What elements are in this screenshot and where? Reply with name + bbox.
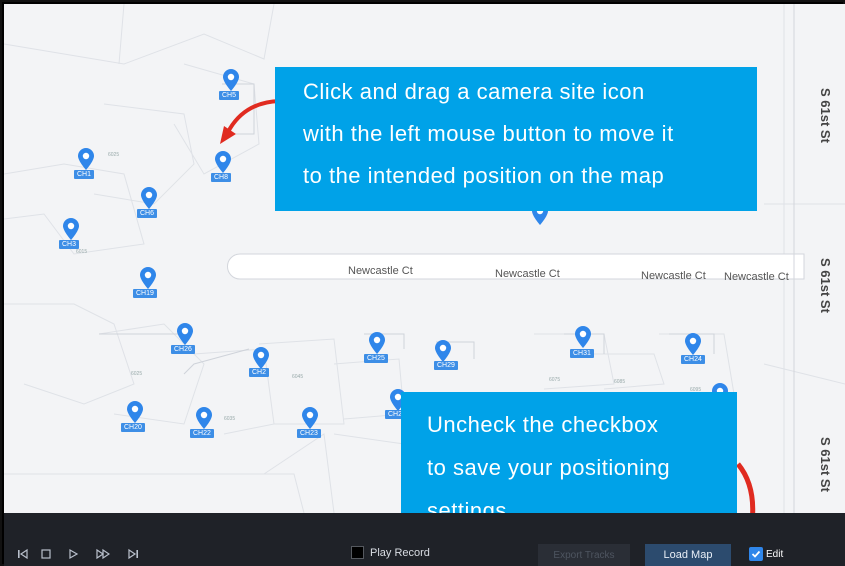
camera-pin-icon[interactable] (175, 322, 195, 346)
edit-checkbox[interactable] (749, 547, 763, 561)
street-newcastle-3: Newcastle Ct (641, 270, 706, 282)
camera-label[interactable]: CH25 (364, 354, 388, 363)
camera-label[interactable]: CH23 (297, 429, 321, 438)
camera-pin-icon[interactable] (221, 68, 241, 92)
export-tracks-button[interactable]: Export Tracks (538, 544, 630, 566)
callout-line: with the left mouse button to move it (303, 121, 674, 146)
camera-label[interactable]: CH24 (681, 355, 705, 364)
stop-icon[interactable] (35, 543, 57, 565)
lot-number: 6025 (131, 371, 143, 377)
street-newcastle-1: Newcastle Ct (348, 265, 413, 277)
play-record-label: Play Record (370, 546, 430, 559)
edit-instruction-callout: Uncheck the checkbox to save your positi… (401, 392, 737, 513)
camera-pin-icon[interactable] (139, 186, 159, 210)
lot-number: 6075 (549, 377, 561, 383)
camera-pin-icon[interactable] (251, 346, 271, 370)
camera-pin-icon[interactable] (61, 217, 81, 241)
camera-label[interactable]: CH8 (211, 173, 232, 182)
street-s61st-top: S 61st St (818, 88, 833, 143)
lot-number: 6025 (108, 152, 120, 158)
camera-label[interactable]: CH31 (570, 349, 594, 358)
edit-label: Edit (766, 548, 784, 560)
street-s61st-mid: S 61st St (818, 258, 833, 313)
street-newcastle-2: Newcastle Ct (495, 268, 560, 280)
map-window: S 61st St S 61st St S 61st St Newcastle … (0, 0, 845, 566)
playback-toolbar: Play Record Export Tracks Load Map Edit (4, 513, 845, 566)
camera-label[interactable]: CH5 (219, 91, 240, 100)
map-canvas[interactable]: S 61st St S 61st St S 61st St Newcastle … (4, 4, 845, 513)
drag-instruction-callout: Click and drag a camera site icon with t… (275, 67, 757, 211)
skip-to-end-icon[interactable] (122, 543, 144, 565)
load-map-button[interactable]: Load Map (645, 544, 731, 566)
camera-pin-icon[interactable] (573, 325, 593, 349)
camera-label[interactable]: CH22 (190, 429, 214, 438)
camera-pin-icon[interactable] (125, 400, 145, 424)
camera-label[interactable]: CH1 (74, 170, 95, 179)
camera-pin-icon[interactable] (213, 150, 233, 174)
camera-label[interactable]: CH20 (121, 423, 145, 432)
fast-forward-icon[interactable] (92, 543, 114, 565)
camera-pin-icon[interactable] (138, 266, 158, 290)
lot-number: 6045 (292, 374, 304, 380)
callout-line: settings. (427, 498, 514, 513)
checkmark-icon (751, 550, 761, 558)
play-record-toggle[interactable]: Play Record (351, 546, 430, 559)
callout-line: Click and drag a camera site icon (303, 79, 645, 104)
lot-number: 6035 (224, 416, 236, 422)
camera-pin-icon[interactable] (433, 339, 453, 363)
street-s61st-bot: S 61st St (818, 437, 833, 492)
play-record-checkbox[interactable] (351, 546, 364, 559)
callout-line: to the intended position on the map (303, 163, 665, 188)
skip-to-start-icon[interactable] (12, 543, 34, 565)
edit-toggle[interactable]: Edit (749, 547, 783, 561)
camera-pin-icon[interactable] (300, 406, 320, 430)
camera-label[interactable]: CH2 (249, 368, 270, 377)
camera-pin-icon[interactable] (683, 332, 703, 356)
camera-pin-icon[interactable] (194, 406, 214, 430)
camera-label[interactable]: CH29 (434, 361, 458, 370)
camera-label[interactable]: CH19 (133, 289, 157, 298)
lot-number: 6015 (76, 249, 88, 255)
camera-label[interactable]: CH26 (171, 345, 195, 354)
play-icon[interactable] (62, 543, 84, 565)
callout-line: Uncheck the checkbox (427, 412, 659, 437)
camera-pin-icon[interactable] (76, 147, 96, 171)
camera-label[interactable]: CH6 (137, 209, 158, 218)
camera-pin-icon[interactable] (367, 331, 387, 355)
lot-number: 6085 (614, 379, 626, 385)
street-newcastle-4: Newcastle Ct (724, 271, 789, 283)
callout-line: to save your positioning (427, 455, 671, 480)
camera-label[interactable]: CH3 (59, 240, 80, 249)
